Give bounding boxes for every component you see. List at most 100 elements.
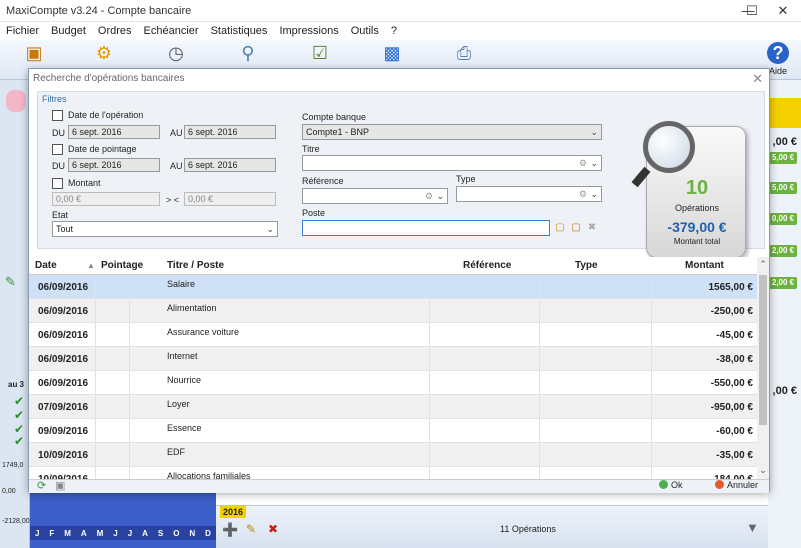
row-title: Essence (167, 423, 202, 433)
cancel-button[interactable]: Annuler (715, 480, 758, 490)
menu-ordres[interactable]: Ordres (92, 22, 138, 37)
column-divider (95, 467, 96, 479)
close-button[interactable]: ✕ (766, 0, 800, 22)
background-yellow-bar (768, 98, 801, 128)
refresh-icon[interactable]: ⟳ (37, 479, 46, 492)
column-divider (429, 371, 430, 395)
date-pointage-checkbox[interactable] (52, 144, 63, 155)
date-operation-to-field[interactable]: 6 sept. 2016 (184, 125, 276, 139)
column-divider (95, 443, 96, 467)
column-divider (429, 467, 430, 479)
montant-checkbox[interactable] (52, 178, 63, 189)
etat-select[interactable]: Tout ⌄ (52, 221, 278, 237)
column-date[interactable]: Date (35, 260, 57, 271)
dialog-close-button[interactable]: ✕ (752, 71, 763, 87)
delete-icon[interactable]: ✖ (268, 522, 278, 536)
menu-impressions[interactable]: Impressions (273, 22, 344, 37)
row-title: Alimentation (167, 303, 217, 313)
row-title: Nourrice (167, 375, 202, 385)
titre-select[interactable]: ⚙ ⌄ (302, 155, 602, 171)
table-scrollbar[interactable]: ⌃ ⌄ (757, 257, 769, 479)
folder-add-icon[interactable]: ▢ (569, 221, 583, 235)
table-row[interactable]: 09/09/2016 Essence -60,00 € (29, 419, 757, 443)
table-row[interactable]: 06/09/2016 Salaire 1565,00 € (29, 275, 757, 299)
reference-select[interactable]: ⚙ ⌄ (302, 188, 448, 204)
folder-open-icon[interactable]: ▢ (553, 221, 567, 235)
table-row[interactable]: 07/09/2016 Loyer -950,00 € (29, 395, 757, 419)
column-titre-poste[interactable]: Titre / Poste (167, 260, 224, 271)
gear-icon[interactable]: ⚙ (579, 156, 587, 170)
gear-icon[interactable]: ⚙ (579, 187, 587, 201)
compte-banque-select[interactable]: Compte1 - BNP ⌄ (302, 124, 602, 140)
operations-count-label: Opérations (674, 203, 720, 213)
ok-button[interactable]: Ok (659, 480, 683, 490)
au-label: AU (170, 161, 183, 171)
month-label: M (64, 528, 71, 538)
bar-chart-icon: ▩ (383, 43, 401, 63)
year-tab[interactable]: 2016 (220, 506, 246, 518)
montant-from-field[interactable]: 0,00 € (52, 192, 160, 206)
poste-input[interactable] (302, 220, 550, 236)
menu-help[interactable]: ? (385, 22, 403, 37)
date-pointage-from-field[interactable]: 6 sept. 2016 (68, 158, 160, 172)
column-divider (539, 299, 540, 323)
column-type[interactable]: Type (575, 260, 598, 271)
add-icon[interactable]: ➕ (222, 522, 238, 538)
column-divider (95, 299, 96, 323)
menu-outils[interactable]: Outils (345, 22, 385, 37)
table-row[interactable]: 06/09/2016 Nourrice -550,00 € (29, 371, 757, 395)
month-label: A (80, 528, 87, 538)
filters-panel: Filtres Date de l'opération DU 6 sept. 2… (37, 91, 765, 258)
table-row[interactable]: 06/09/2016 Alimentation -250,00 € (29, 299, 757, 323)
edit-icon[interactable]: ✎ (246, 522, 256, 536)
column-divider (539, 443, 540, 467)
column-divider (129, 467, 130, 479)
column-reference[interactable]: Référence (463, 260, 511, 271)
montant-to-field[interactable]: 0,00 € (184, 192, 276, 206)
piggy-bank-icon (6, 90, 26, 112)
scroll-down-arrow[interactable]: ⌄ (757, 463, 769, 477)
type-label: Type (456, 174, 476, 184)
dialog-bottom-bar: ⟳ ▣ Ok Annuler (29, 479, 769, 493)
column-divider (539, 395, 540, 419)
scroll-thumb[interactable] (759, 275, 767, 425)
maximize-button[interactable]: ☐ (735, 0, 769, 22)
table-row[interactable]: 10/09/2016Allocations familiales184,00 € (29, 467, 757, 479)
filters-group-label: Filtres (42, 94, 67, 104)
du-label: DU (52, 161, 65, 171)
clear-icon[interactable]: ✖ (585, 221, 599, 235)
scroll-up-arrow[interactable]: ⌃ (757, 257, 769, 271)
type-select[interactable]: ⚙ ⌄ (456, 186, 602, 202)
filter-icon[interactable]: ▼ (746, 520, 759, 535)
table-row[interactable]: 10/09/2016 EDF -35,00 € (29, 443, 757, 467)
date-operation-checkbox[interactable] (52, 110, 63, 121)
menu-echeancier[interactable]: Echéancier (138, 22, 205, 37)
table-row[interactable]: 06/09/2016 Internet -38,00 € (29, 347, 757, 371)
date-operation-from-field[interactable]: 6 sept. 2016 (68, 125, 160, 139)
eraser-icon[interactable]: ▣ (55, 479, 65, 492)
menu-budget[interactable]: Budget (45, 22, 92, 37)
search-operations-dialog: Recherche d'opérations bancaires ✕ Filtr… (28, 68, 770, 493)
menu-fichier[interactable]: Fichier (0, 22, 45, 37)
column-divider (95, 347, 96, 371)
column-divider (129, 419, 130, 443)
background-left-label: au 3 (8, 380, 25, 389)
add-operation-icon[interactable]: ✎ (5, 274, 16, 290)
row-amount: -38,00 € (716, 354, 753, 365)
month-label: N (189, 528, 196, 538)
clipboard-check-icon: ☑ (311, 43, 329, 63)
column-montant[interactable]: Montant (685, 260, 724, 271)
column-pointage[interactable]: Pointage (101, 260, 143, 271)
column-divider (651, 275, 652, 299)
menu-statistiques[interactable]: Statistiques (205, 22, 274, 37)
column-divider (651, 419, 652, 443)
table-header: Date ▲ Pointage Titre / Poste Référence … (29, 257, 769, 275)
chart-y-label: 1749,0 (2, 462, 24, 469)
date-pointage-to-field[interactable]: 6 sept. 2016 (184, 158, 276, 172)
background-right-panel: ,00 € 5,00 € 5,00 € 0,00 € 2,00 € 2,00 €… (768, 80, 801, 548)
column-divider (429, 395, 430, 419)
gear-icon[interactable]: ⚙ (425, 189, 433, 203)
row-amount: -550,00 € (710, 378, 753, 389)
poste-label: Poste (302, 208, 326, 218)
table-row[interactable]: 06/09/2016 Assurance voiture -45,00 € (29, 323, 757, 347)
